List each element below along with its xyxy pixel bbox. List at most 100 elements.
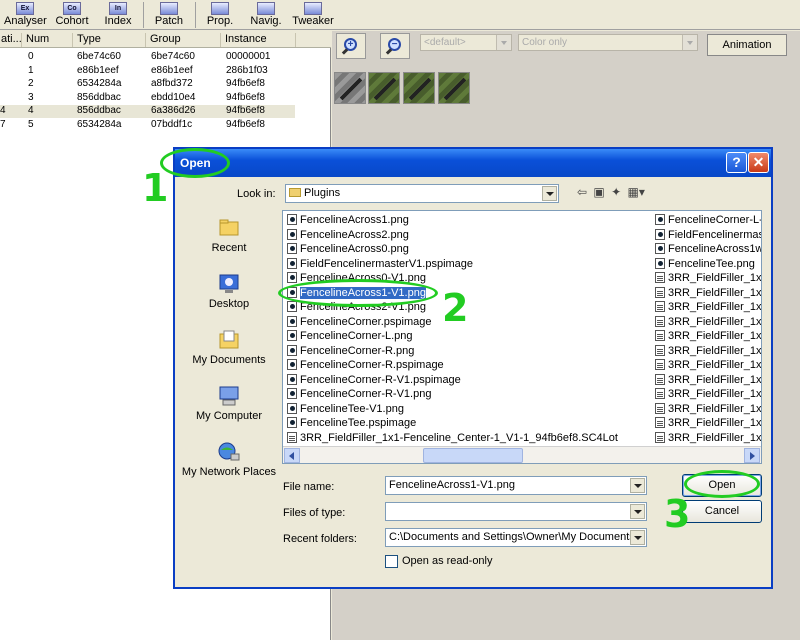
file-item[interactable]: 3RR_FieldFiller_1x1	[655, 271, 761, 285]
file-item[interactable]: 3RR_FieldFiller_1x1	[655, 344, 761, 358]
file-item[interactable]: FencelineCorner-R.png	[287, 344, 414, 358]
file-item[interactable]: 3RR_FieldFiller_1x1	[655, 329, 761, 343]
image-file-icon	[287, 301, 297, 312]
back-arrow-icon[interactable]: ⇦	[577, 185, 587, 199]
file-item[interactable]: 3RR_FieldFiller_1x1	[655, 373, 761, 387]
file-item[interactable]: FencelineTee.pspimage	[287, 416, 416, 430]
folder-icon	[289, 188, 301, 197]
scroll-left-icon[interactable]	[284, 448, 300, 463]
file-item[interactable]: FencelineAcross0.png	[287, 242, 409, 256]
annotation-step-3: 3	[664, 492, 691, 536]
up-folder-icon[interactable]: ▣	[593, 185, 604, 199]
close-button[interactable]: ✕	[748, 152, 769, 173]
file-item[interactable]: FencelineCorner-R.pspimage	[287, 358, 444, 372]
read-only-checkbox[interactable]	[385, 555, 398, 568]
scrollbar-thumb[interactable]	[423, 448, 523, 463]
table-row[interactable]: 1 e86b1eef e86b1eef 286b1f03	[0, 65, 331, 78]
analyser-button[interactable]: Ex Analyser	[4, 0, 47, 30]
file-item[interactable]: FencelineTee.png	[655, 257, 755, 271]
file-item[interactable]: 3RR_FieldFiller_1x1	[655, 431, 761, 445]
file-item[interactable]: 3RR_FieldFiller_1x1	[655, 358, 761, 372]
image-file-icon	[287, 330, 297, 341]
main-toolbar: Ex Analyser Co Cohort In Index Patch Pro…	[0, 0, 800, 30]
document-file-icon	[655, 417, 665, 428]
image-file-icon	[287, 417, 297, 428]
chevron-down-icon	[542, 186, 557, 201]
texture-thumbnail[interactable]	[334, 72, 366, 104]
table-row[interactable]: 2 6534284a a8fbd372 94fb6ef8	[0, 78, 331, 91]
recent-folders-select[interactable]: C:\Documents and Settings\Owner\My Docum…	[385, 528, 647, 547]
dialog-titlebar[interactable]: Open ? ✕	[175, 149, 771, 177]
file-item[interactable]: 3RR_FieldFiller_1x1-Fenceline_Center-1_V…	[287, 431, 618, 445]
files-of-type-select[interactable]	[385, 502, 647, 521]
places-recent[interactable]: Recent	[179, 217, 279, 254]
places-my-network[interactable]: My Network Places	[179, 441, 279, 478]
view-menu-icon[interactable]: ▦▾	[628, 185, 645, 199]
zoom-out-button[interactable]: −	[380, 33, 410, 59]
column-header[interactable]: Type	[74, 33, 146, 47]
horizontal-scrollbar[interactable]	[283, 446, 761, 463]
help-button[interactable]: ?	[726, 152, 747, 173]
texture-thumbnail[interactable]	[438, 72, 470, 104]
column-header[interactable]: Num	[23, 33, 73, 47]
file-item[interactable]: 3RR_FieldFiller_1x1	[655, 402, 761, 416]
table-row[interactable]: 7 5 6534284a 07bddf1c 94fb6ef8	[0, 119, 331, 132]
places-my-computer[interactable]: My Computer	[179, 385, 279, 422]
look-in-select[interactable]: Plugins	[285, 184, 559, 203]
column-header[interactable]: Instance	[222, 33, 296, 47]
animation-button[interactable]: Animation	[707, 34, 787, 56]
file-item[interactable]: 3RR_FieldFiller_1x1	[655, 416, 761, 430]
texture-select: <default>	[420, 34, 512, 51]
document-file-icon	[655, 373, 665, 385]
file-item[interactable]: FencelineAcross2.png	[287, 228, 409, 242]
image-file-icon	[655, 243, 665, 254]
file-item[interactable]: FieldFencelinermast	[655, 228, 761, 242]
cancel-button[interactable]: Cancel	[682, 500, 762, 523]
chevron-down-icon[interactable]	[630, 478, 645, 493]
file-item[interactable]: FencelineTee-V1.png	[287, 402, 404, 416]
index-icon: In	[109, 2, 127, 15]
file-item[interactable]: FencelineCorner.pspimage	[287, 315, 431, 329]
scroll-right-icon[interactable]	[744, 448, 760, 463]
table-row-selected[interactable]: 4 4 856ddbac 6a386d26 94fb6ef8	[0, 105, 295, 118]
document-file-icon	[655, 315, 665, 327]
navigator-button[interactable]: Navig.	[246, 0, 286, 30]
new-folder-icon[interactable]: ✦	[611, 185, 621, 199]
zoom-in-button[interactable]: +	[336, 33, 366, 59]
cohort-button[interactable]: Co Cohort	[52, 0, 92, 30]
file-item[interactable]: FencelineCorner-L.png	[287, 329, 413, 343]
column-header[interactable]: ati...	[0, 33, 22, 47]
file-list[interactable]: FencelineAcross1.png FencelineAcross2.png…	[282, 210, 762, 464]
file-item[interactable]: FieldFencelinermasterV1.pspimage	[287, 257, 473, 271]
file-item[interactable]: FencelineCorner-L-	[655, 213, 761, 227]
chevron-down-icon[interactable]	[630, 530, 645, 545]
file-item[interactable]: FencelineCorner-R-V1.png	[287, 387, 431, 401]
navigator-icon	[257, 2, 275, 15]
column-header[interactable]: Group	[147, 33, 221, 47]
file-name-input[interactable]: FencelineAcross1-V1.png	[385, 476, 647, 495]
index-button[interactable]: In Index	[100, 0, 136, 30]
file-item[interactable]: 3RR_FieldFiller_1x1	[655, 315, 761, 329]
file-item[interactable]: 3RR_FieldFiller_1x1	[655, 286, 761, 300]
places-desktop[interactable]: Desktop	[179, 273, 279, 310]
texture-thumbnail[interactable]	[368, 72, 400, 104]
places-my-documents[interactable]: My Documents	[179, 329, 279, 366]
file-item[interactable]: 3RR_FieldFiller_1x1	[655, 387, 761, 401]
chevron-down-icon[interactable]	[630, 504, 645, 519]
chevron-down-icon	[682, 35, 697, 50]
file-item[interactable]: FencelineAcross1w	[655, 242, 761, 256]
tweaker-button[interactable]: Tweaker	[292, 0, 334, 30]
table-row[interactable]: 3 856ddbac ebdd10e4 94fb6ef8	[0, 92, 331, 105]
image-file-icon	[287, 315, 297, 327]
table-row[interactable]: 0 6be74c60 6be74c60 00000001	[0, 51, 331, 64]
image-file-icon	[287, 373, 297, 385]
patch-button[interactable]: Patch	[151, 0, 187, 30]
file-item[interactable]: FencelineCorner-R-V1.pspimage	[287, 373, 461, 387]
navigation-icons: ⇦ ▣ ✦ ▦▾	[577, 185, 648, 199]
image-file-icon	[287, 243, 297, 254]
image-file-icon	[655, 228, 665, 240]
file-item[interactable]: 3RR_FieldFiller_1x1	[655, 300, 761, 314]
file-item[interactable]: FencelineAcross1.png	[287, 213, 409, 227]
properties-button[interactable]: Prop.	[202, 0, 238, 30]
texture-thumbnail[interactable]	[403, 72, 435, 104]
